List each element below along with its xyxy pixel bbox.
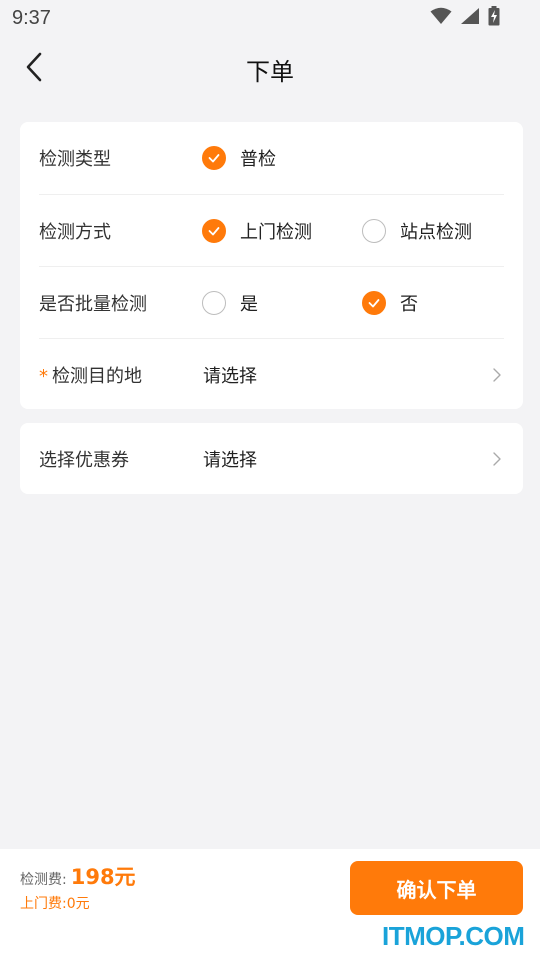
cellular-signal-icon bbox=[460, 7, 480, 29]
option-label: 否 bbox=[400, 293, 418, 315]
option-label: 站点检测 bbox=[400, 221, 472, 243]
status-bar: 9:37 bbox=[0, 0, 540, 36]
option-label: 上门检测 bbox=[240, 221, 312, 243]
watermark-logo: ITMOP.COM bbox=[382, 921, 525, 951]
batch-detection-row: 是否批量检测 是 否 bbox=[39, 266, 504, 338]
radio-checked-icon bbox=[362, 290, 386, 315]
detection-type-label: 检测类型 bbox=[39, 149, 111, 170]
status-icons bbox=[430, 6, 500, 30]
radio-unchecked-icon bbox=[202, 290, 226, 315]
detection-method-label: 检测方式 bbox=[39, 221, 111, 243]
radio-unchecked-icon bbox=[362, 218, 386, 243]
detection-method-option-home[interactable]: 上门检测 bbox=[202, 218, 312, 244]
visit-fee: 上门费:0元 bbox=[20, 896, 90, 912]
radio-checked-icon bbox=[202, 146, 226, 170]
status-time: 9:37 bbox=[12, 6, 51, 29]
wifi-icon bbox=[430, 7, 452, 29]
coupon-select-value[interactable]: 请选择 bbox=[203, 446, 257, 472]
back-button[interactable] bbox=[14, 49, 54, 89]
coupon-label: 选择优惠券 bbox=[39, 450, 129, 471]
detection-form-card: 检测类型 普检 检测方式 上门检测 站点检测 是否批量检测 是 否 * 检测目的… bbox=[20, 122, 523, 409]
confirm-order-button[interactable]: 确认下单 bbox=[350, 861, 523, 915]
detection-method-row: 检测方式 上门检测 站点检测 bbox=[39, 194, 504, 266]
chevron-right-icon[interactable] bbox=[487, 365, 507, 385]
battery-charging-icon bbox=[488, 6, 500, 30]
chevron-right-icon[interactable] bbox=[487, 449, 507, 469]
destination-select-value[interactable]: 请选择 bbox=[203, 362, 257, 388]
chevron-left-icon bbox=[24, 52, 44, 86]
batch-detection-option-yes[interactable]: 是 bbox=[202, 290, 258, 316]
page-title: 下单 bbox=[246, 57, 294, 86]
destination-label-text: 检测目的地 bbox=[52, 365, 142, 387]
bottom-bar: 检测费: 198元 上门费:0元 确认下单 ITMOP.COM bbox=[0, 849, 540, 960]
order-screen: 9:37 下单 检测类型 普检 检测方式 上门检测 站点检测 是否批量检测 是 … bbox=[0, 0, 540, 960]
header: 下单 bbox=[0, 36, 540, 102]
detection-fee-amount: 198元 bbox=[70, 865, 136, 889]
required-star: * bbox=[39, 365, 48, 387]
detection-type-option-general[interactable]: 普检 bbox=[202, 145, 276, 171]
option-label: 普检 bbox=[240, 149, 276, 170]
radio-checked-icon bbox=[202, 218, 226, 243]
coupon-card: 选择优惠券 请选择 bbox=[20, 423, 523, 494]
detection-type-row: 检测类型 普检 bbox=[39, 122, 504, 194]
batch-detection-label: 是否批量检测 bbox=[39, 293, 147, 315]
detection-fee: 检测费: 198元 bbox=[20, 861, 136, 891]
detection-fee-label: 检测费: bbox=[20, 872, 67, 888]
coupon-row[interactable]: 选择优惠券 请选择 bbox=[39, 423, 504, 495]
batch-detection-option-no[interactable]: 否 bbox=[362, 290, 418, 316]
option-label: 是 bbox=[240, 293, 258, 315]
detection-method-option-station[interactable]: 站点检测 bbox=[362, 218, 472, 244]
destination-row[interactable]: * 检测目的地 请选择 bbox=[39, 338, 504, 410]
destination-label: * 检测目的地 bbox=[39, 362, 142, 388]
